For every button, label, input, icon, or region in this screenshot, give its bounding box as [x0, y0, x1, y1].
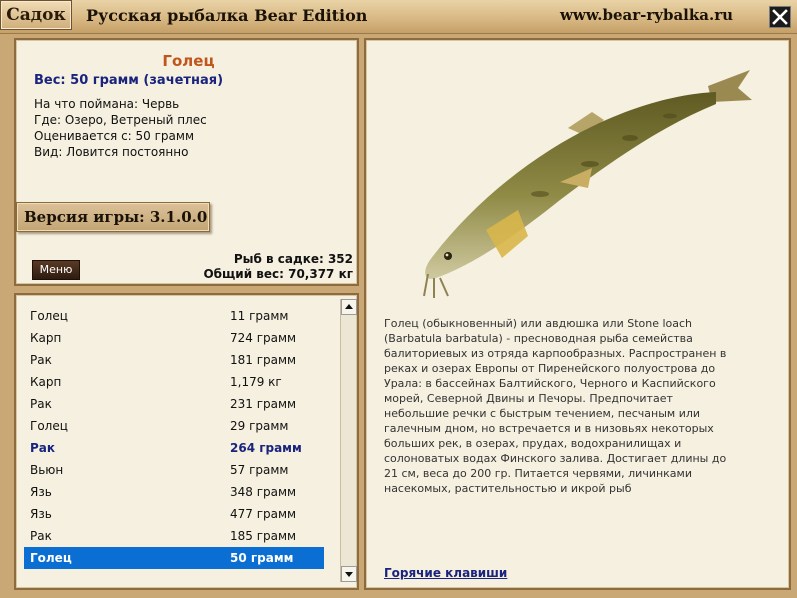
list-item[interactable]: Вьюн 57 грамм: [24, 459, 324, 481]
list-item-weight: 264 грамм: [230, 441, 302, 455]
description-line: 21 см, веса до 200 гр. Питается червями,…: [384, 467, 692, 480]
close-icon: [772, 9, 788, 25]
arrow-down-icon: [345, 572, 353, 577]
description-line: (Barbatula barbatula) - пресноводная рыб…: [384, 332, 693, 345]
list-item[interactable]: Рак 231 грамм: [24, 393, 324, 415]
game-version-badge: Версия игры: 3.1.0.0: [16, 202, 210, 232]
description-line: Голец (обыкновенный) или авдюшка или Sto…: [384, 317, 693, 330]
fish-description: Голец (обыкновенный) или авдюшка или Sto…: [384, 316, 744, 496]
sadok-button[interactable]: Садок: [0, 0, 72, 30]
fish-count: Рыб в садке: 352: [233, 252, 353, 266]
list-item-weight: 50 грамм: [230, 551, 294, 565]
list-item-name: Язь: [30, 485, 52, 499]
list-item[interactable]: Карп 1,179 кг: [24, 371, 324, 393]
list-item-weight: 348 грамм: [230, 485, 297, 499]
catch-list-panel: Голец 11 грамм Карп 724 грамм Рак 181 грамм Ка…: [14, 293, 359, 590]
fish-info-panel: Голец Вес: 50 грамм (зачетная) На что по…: [14, 38, 359, 286]
fish-detail-panel: Голец (обыкновенный) или авдюшка или Sto…: [364, 38, 791, 590]
fish-kind: Вид: Ловится постоянно: [34, 145, 189, 159]
list-item-name: Рак: [30, 529, 52, 543]
description-line: небольшие речки с быстрым течением, песч…: [384, 407, 701, 420]
fish-weight: Вес: 50 грамм (зачетная): [34, 73, 224, 88]
description-line: балиториевых из отряда карпообразных. Ра…: [384, 347, 727, 360]
list-item[interactable]: Голец 11 грамм: [24, 305, 324, 327]
fish-name: Голец: [162, 52, 215, 70]
list-item-name: Рак: [30, 441, 56, 455]
description-line: солоноватых водах Финского залива. Дости…: [384, 452, 727, 465]
list-item-weight: 181 грамм: [230, 353, 297, 367]
description-line: галечным дном, но встречается и в низовь…: [384, 422, 714, 435]
keepnet-totals: Рыб в садке: 352 Общий вес: 70,377 кг: [203, 252, 353, 282]
scroll-thumb[interactable]: [343, 319, 355, 562]
fish-image: [423, 70, 752, 298]
list-item-weight: 29 грамм: [230, 419, 289, 433]
list-item-weight: 11 грамм: [230, 309, 289, 323]
scroll-down-button[interactable]: [341, 566, 357, 582]
list-item-name: Вьюн: [30, 463, 64, 477]
list-item[interactable]: Язь 477 грамм: [24, 503, 324, 525]
site-url-link[interactable]: www.bear-rybalka.ru: [560, 6, 733, 24]
catch-list[interactable]: Голец 11 грамм Карп 724 грамм Рак 181 грамм Ка…: [20, 299, 324, 583]
list-item-weight: 231 грамм: [230, 397, 297, 411]
arrow-up-icon: [345, 304, 353, 309]
title-bar: Садок Русская рыбалка Bear Edition www.b…: [0, 0, 797, 34]
description-line: Урала: в бассейнах Балтийского, Черного …: [384, 377, 716, 390]
list-item[interactable]: Рак 264 грамм: [24, 437, 324, 459]
fish-location: Где: Озеро, Ветреный плес: [34, 113, 207, 127]
list-item-weight: 477 грамм: [230, 507, 297, 521]
fish-valued-from: Оценивается с: 50 грамм: [34, 129, 194, 143]
list-item-name: Рак: [30, 353, 52, 367]
description-line: больших рек, в озерах, прудах, водохрани…: [384, 437, 682, 450]
list-item[interactable]: Голец 29 грамм: [24, 415, 324, 437]
list-item-name: Карп: [30, 375, 62, 389]
list-item-weight: 57 грамм: [230, 463, 289, 477]
description-line: реках и озерах Европы от Пиренейского по…: [384, 362, 716, 375]
list-item[interactable]: Карп 724 грамм: [24, 327, 324, 349]
app-title: Русская рыбалка Bear Edition: [86, 6, 368, 25]
fish-bait: На что поймана: Червь: [34, 97, 180, 111]
list-item[interactable]: Рак 181 грамм: [24, 349, 324, 371]
list-item-name: Карп: [30, 331, 62, 345]
description-line: морей, Северной Двины и Печоры. Предпочи…: [384, 392, 673, 405]
list-item-name: Голец: [30, 419, 68, 433]
total-weight: Общий вес: 70,377 кг: [203, 267, 353, 281]
list-item-name: Рак: [30, 397, 52, 411]
list-item[interactable]: Голец 50 грамм: [24, 547, 324, 569]
list-item-weight: 724 грамм: [230, 331, 297, 345]
list-item-name: Голец: [30, 551, 72, 565]
menu-button[interactable]: Меню: [32, 260, 80, 280]
list-item-name: Язь: [30, 507, 52, 521]
hotkeys-link[interactable]: Горячие клавиши: [384, 566, 507, 580]
list-scrollbar[interactable]: [340, 299, 357, 582]
list-item-name: Голец: [30, 309, 68, 323]
scroll-up-button[interactable]: [341, 299, 357, 315]
list-item-weight: 1,179 кг: [230, 375, 282, 389]
list-item[interactable]: Язь 348 грамм: [24, 481, 324, 503]
list-item[interactable]: Рак 185 грамм: [24, 525, 324, 547]
list-item-weight: 185 грамм: [230, 529, 297, 543]
close-button[interactable]: [769, 6, 791, 28]
description-line: насекомых, растительностью и икрой рыб: [384, 482, 632, 495]
